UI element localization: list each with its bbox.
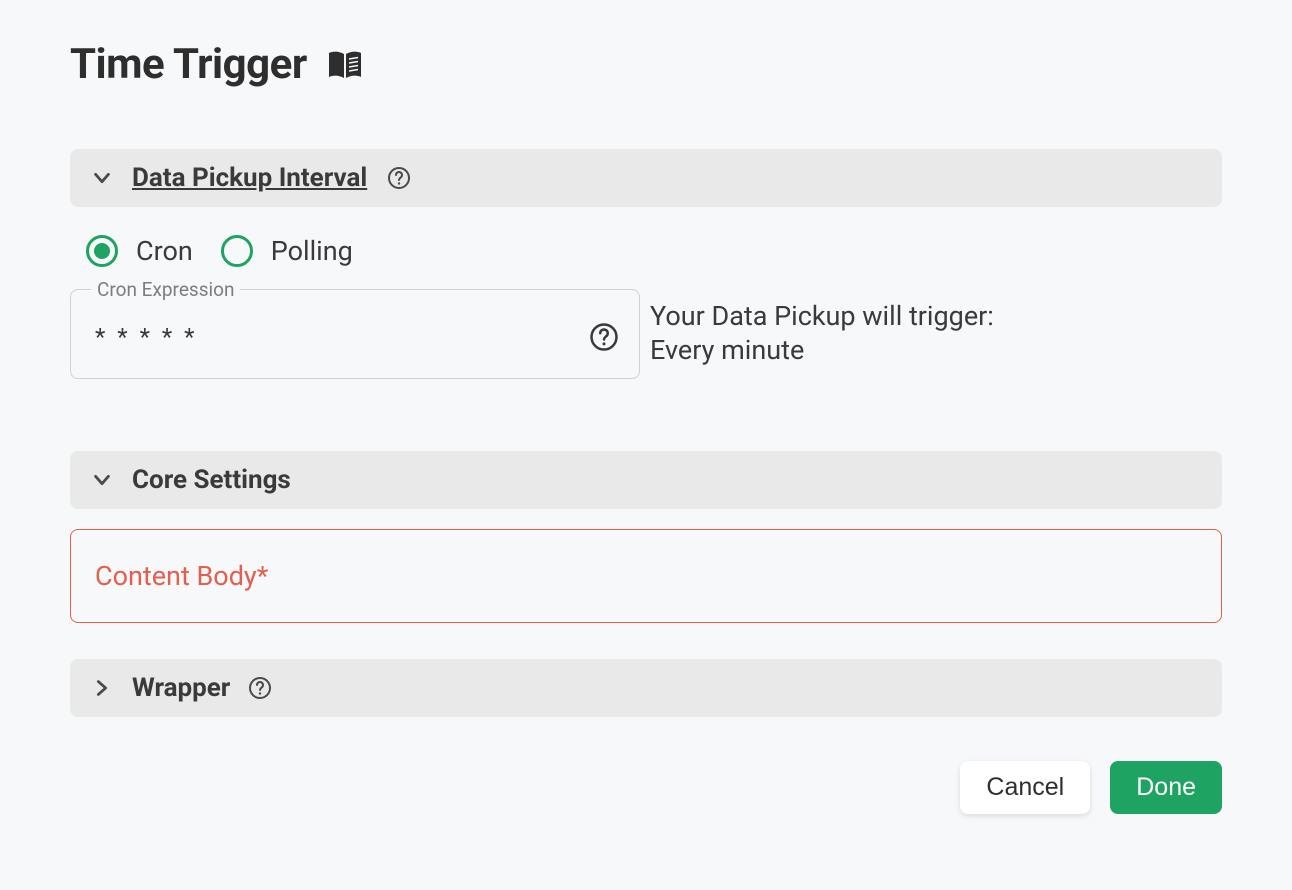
content-body-label: Content Body* bbox=[95, 560, 268, 592]
content-body-field[interactable]: Content Body* bbox=[70, 529, 1222, 623]
cron-value: * * * * * bbox=[95, 323, 198, 351]
chevron-right-icon bbox=[90, 676, 114, 700]
radio-label-polling: Polling bbox=[271, 235, 353, 267]
page-title: Time Trigger bbox=[70, 40, 307, 89]
trigger-info-line1: Your Data Pickup will trigger: bbox=[650, 300, 994, 334]
radio-group-mode: Cron Polling bbox=[70, 207, 1222, 281]
section-header-wrapper[interactable]: Wrapper bbox=[70, 659, 1222, 717]
trigger-info-line2: Every minute bbox=[650, 334, 994, 368]
cron-legend: Cron Expression bbox=[91, 278, 240, 301]
help-icon[interactable] bbox=[248, 676, 272, 700]
done-button[interactable]: Done bbox=[1110, 761, 1222, 814]
help-icon[interactable] bbox=[387, 166, 411, 190]
section-label-wrapper: Wrapper bbox=[132, 673, 230, 703]
section-header-core-settings[interactable]: Core Settings bbox=[70, 451, 1222, 509]
title-row: Time Trigger bbox=[70, 40, 1222, 89]
cancel-button[interactable]: Cancel bbox=[960, 761, 1090, 814]
book-icon[interactable] bbox=[327, 50, 363, 80]
section-header-data-pickup[interactable]: Data Pickup Interval bbox=[70, 149, 1222, 207]
chevron-down-icon bbox=[90, 468, 114, 492]
cron-expression-field[interactable]: Cron Expression * * * * * bbox=[70, 289, 640, 379]
radio-label-cron: Cron bbox=[136, 235, 193, 267]
radio-cron[interactable] bbox=[86, 235, 118, 267]
section-label-data-pickup: Data Pickup Interval bbox=[132, 163, 367, 193]
footer-actions: Cancel Done bbox=[70, 761, 1222, 814]
help-icon[interactable] bbox=[587, 320, 621, 354]
radio-polling[interactable] bbox=[221, 235, 253, 267]
trigger-info: Your Data Pickup will trigger: Every min… bbox=[650, 300, 994, 368]
section-label-core-settings: Core Settings bbox=[132, 465, 291, 495]
chevron-down-icon bbox=[90, 166, 114, 190]
